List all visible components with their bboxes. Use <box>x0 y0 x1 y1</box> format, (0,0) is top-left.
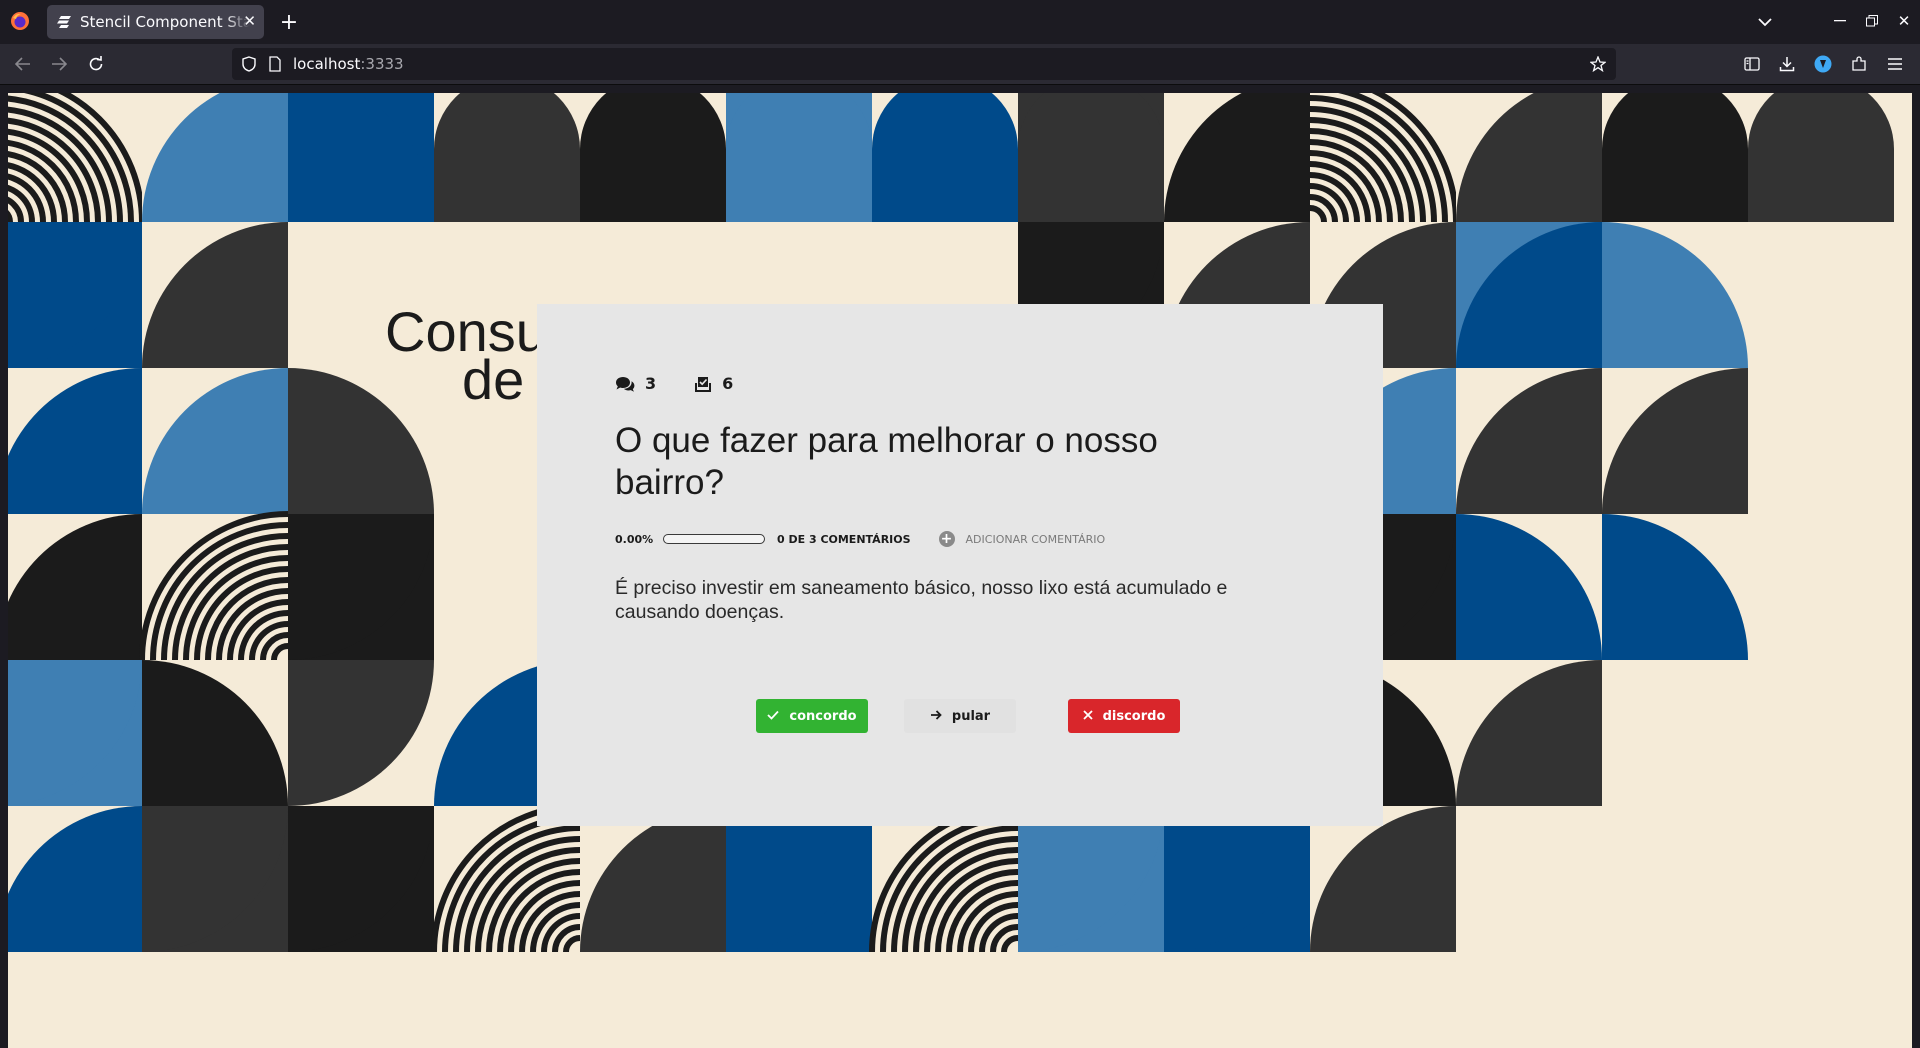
consultation-card: 3 6 O que fazer para melhorar o nosso ba… <box>537 304 1383 826</box>
bg-half-circle <box>872 93 1018 149</box>
new-tab-icon[interactable]: + <box>278 10 300 35</box>
add-comment-button[interactable]: + ADICIONAR COMENTÁRIO <box>938 531 1106 547</box>
agree-button[interactable]: concordo <box>756 699 868 733</box>
extensions-icon[interactable] <box>1848 53 1870 75</box>
reload-icon[interactable] <box>85 53 107 75</box>
disagree-button[interactable]: discordo <box>1068 699 1180 733</box>
arrow-right-icon <box>930 708 942 724</box>
page-viewport: Consu de 3 6 O que fazer para melhorar o… <box>8 93 1912 1048</box>
sidebar-icon[interactable] <box>1741 53 1763 75</box>
downloads-icon[interactable] <box>1776 53 1798 75</box>
bookmark-star-icon[interactable] <box>1590 56 1606 72</box>
minimize-window-icon[interactable] <box>1830 11 1850 31</box>
add-comment-plus-icon: + <box>938 531 955 547</box>
menu-icon[interactable] <box>1884 53 1906 75</box>
comments-stat: 3 <box>615 374 656 393</box>
close-window-icon[interactable]: ✕ <box>1894 11 1914 31</box>
vote-box-icon <box>695 376 712 392</box>
progress-row: 0.00% 0 DE 3 COMENTÁRIOS + ADICIONAR COM… <box>615 530 1105 548</box>
disagree-label: discordo <box>1102 708 1166 724</box>
comments-count: 3 <box>645 374 657 393</box>
question-title: O que fazer para melhorar o nosso bairro… <box>615 421 1158 502</box>
shield-icon[interactable] <box>242 56 256 72</box>
bg-half-circle <box>1602 93 1748 149</box>
votes-count: 6 <box>722 374 734 393</box>
list-tabs-chevron-icon[interactable] <box>1754 11 1776 33</box>
bg-half-block <box>872 149 1018 222</box>
forward-icon[interactable] <box>48 53 70 75</box>
votes-stat: 6 <box>694 374 733 393</box>
hero-title-line2: de <box>462 348 525 411</box>
progress-count-text: 0 DE 3 COMENTÁRIOS <box>777 532 911 546</box>
browser-tab-active[interactable]: Stencil Component Starter ✕ <box>47 5 264 39</box>
bg-half-circle <box>434 93 580 149</box>
progress-percent: 0.00% <box>615 532 654 546</box>
bg-half-block <box>1602 149 1748 222</box>
browser-tab-bar: Stencil Component Starter ✕ + ✕ <box>0 0 1920 44</box>
restore-window-icon[interactable] <box>1862 11 1882 31</box>
progress-bar <box>663 534 765 544</box>
comment-text: É preciso investir em saneamento básico,… <box>615 577 1228 623</box>
skip-label: pular <box>951 708 991 724</box>
bg-half-block <box>726 149 872 222</box>
firefox-logo-icon[interactable] <box>10 11 30 31</box>
bg-half-block <box>1018 149 1164 222</box>
tab-title: Stencil Component Starter <box>80 13 250 31</box>
bg-half-block <box>580 149 726 222</box>
bg-half-circle <box>726 93 872 149</box>
skip-button[interactable]: pular <box>904 699 1016 733</box>
bg-half-block <box>1748 149 1894 222</box>
url-bar[interactable]: localhost:3333 <box>232 48 1616 80</box>
bg-half-circle <box>580 93 726 149</box>
card-stats: 3 6 <box>615 374 733 393</box>
url-text[interactable]: localhost:3333 <box>293 55 404 73</box>
back-icon[interactable] <box>12 53 34 75</box>
stencil-favicon-icon <box>57 16 71 28</box>
account-icon[interactable] <box>1812 53 1834 75</box>
agree-label: concordo <box>789 708 857 724</box>
x-icon <box>1082 708 1093 724</box>
bg-half-block <box>434 149 580 222</box>
bg-half-circle <box>1748 93 1894 149</box>
add-comment-label: ADICIONAR COMENTÁRIO <box>965 532 1106 546</box>
check-icon <box>767 708 780 724</box>
comments-icon <box>616 376 635 392</box>
browser-nav-bar: localhost:3333 <box>0 44 1920 85</box>
page-icon <box>269 56 281 72</box>
bg-half-circle <box>1018 93 1164 149</box>
tab-close-icon[interactable]: ✕ <box>243 13 256 30</box>
